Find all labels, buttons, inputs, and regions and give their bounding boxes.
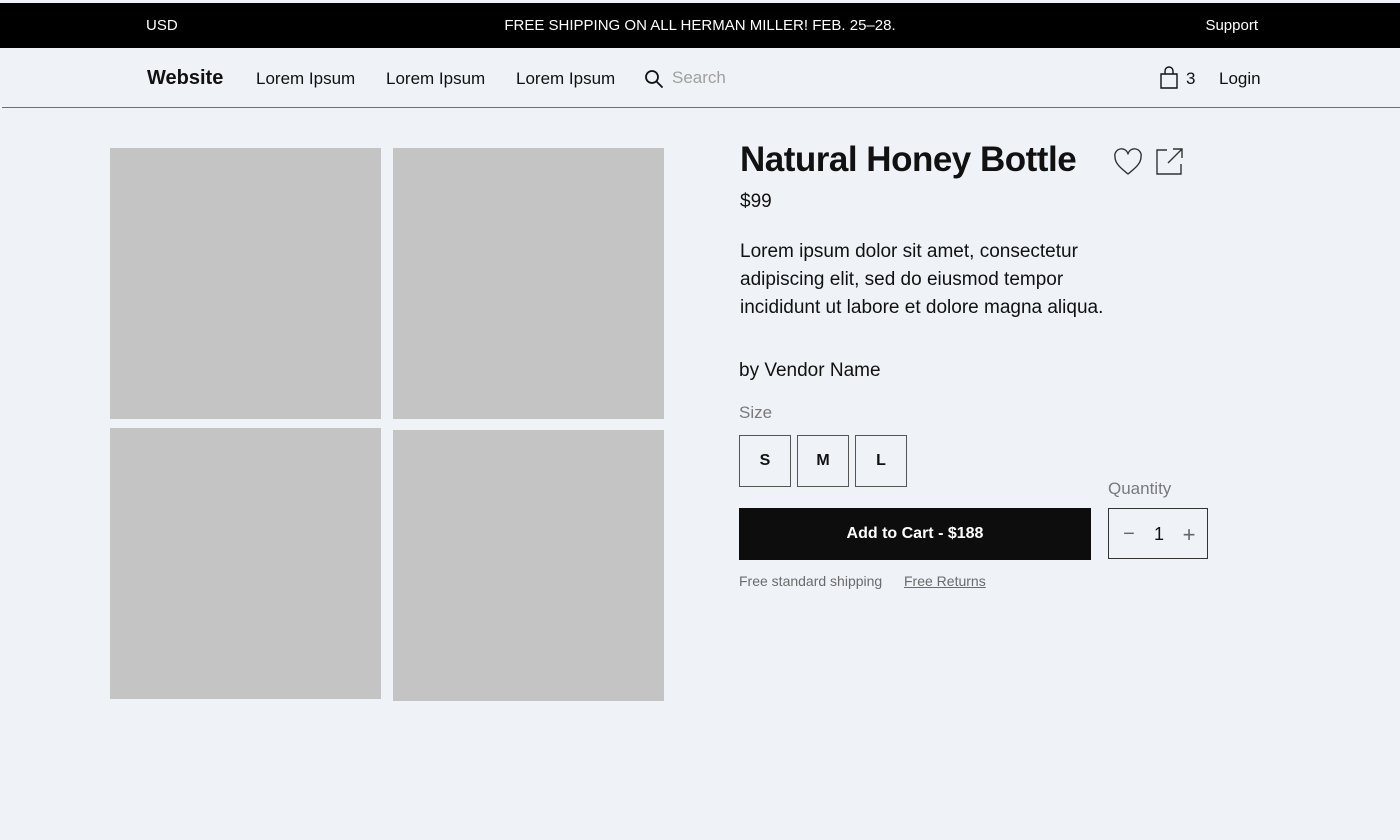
- size-option-s[interactable]: S: [739, 435, 791, 487]
- login-link[interactable]: Login: [1219, 69, 1261, 89]
- search-input[interactable]: [672, 64, 972, 92]
- nav-link-3[interactable]: Lorem Ipsum: [516, 69, 615, 89]
- size-option-m[interactable]: M: [797, 435, 849, 487]
- size-label: Size: [739, 403, 773, 422]
- quantity-value: 1: [1153, 524, 1164, 544]
- vendor-name[interactable]: by Vendor Name: [739, 360, 881, 382]
- nav-link-1[interactable]: Lorem Ipsum: [256, 69, 355, 89]
- heart-icon[interactable]: [1112, 146, 1144, 178]
- site-logo[interactable]: Website: [147, 67, 223, 90]
- share-icon[interactable]: [1153, 145, 1185, 177]
- quantity-label: Quantity: [1108, 479, 1172, 498]
- product-price: $99: [740, 191, 772, 212]
- main-nav: Website Lorem Ipsum Lorem Ipsum Lorem Ip…: [2, 48, 1400, 108]
- search-icon[interactable]: [644, 69, 664, 89]
- promo-text: FREE SHIPPING ON ALL HERMAN MILLER! FEB.…: [504, 17, 896, 34]
- product-image-3[interactable]: [110, 428, 381, 699]
- product-description: Lorem ipsum dolor sit amet, consectetur …: [740, 241, 1104, 318]
- product-image-4[interactable]: [393, 430, 664, 701]
- cart-count[interactable]: 3: [1186, 69, 1195, 89]
- product-image-2[interactable]: [393, 148, 664, 419]
- announcement-bar: USD FREE SHIPPING ON ALL HERMAN MILLER! …: [0, 3, 1400, 48]
- product-image-1[interactable]: [110, 148, 381, 419]
- support-link[interactable]: Support: [1205, 17, 1258, 34]
- size-option-l[interactable]: L: [855, 435, 907, 487]
- nav-link-2[interactable]: Lorem Ipsum: [386, 69, 485, 89]
- quantity-decrease-button[interactable]: −: [1119, 523, 1139, 545]
- add-to-cart-button[interactable]: Add to Cart - $188: [739, 508, 1091, 560]
- shipping-note: Free standard shipping: [739, 573, 883, 589]
- shopping-bag-icon[interactable]: [1158, 66, 1180, 90]
- product-title: Natural Honey Bottle: [740, 140, 1077, 179]
- free-returns-link[interactable]: Free Returns: [904, 573, 986, 589]
- quantity-increase-button[interactable]: +: [1179, 522, 1199, 547]
- quantity-stepper: − 1 +: [1108, 508, 1208, 559]
